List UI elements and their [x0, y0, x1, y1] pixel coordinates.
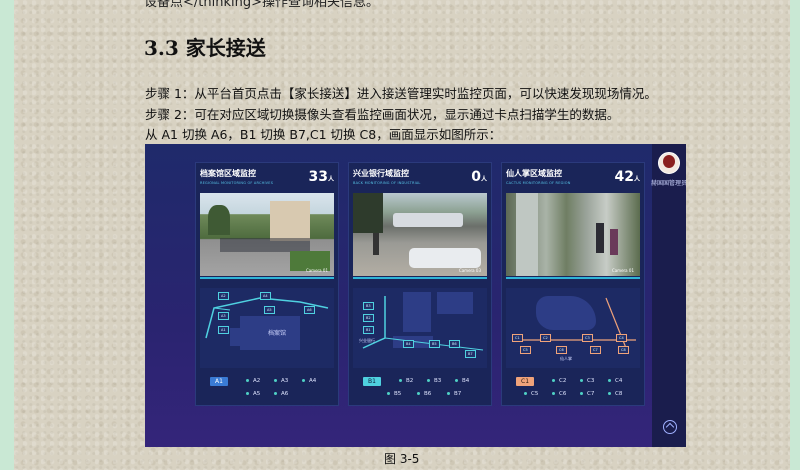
gate-node[interactable]: C4: [616, 334, 627, 342]
gate-option[interactable]: C8: [608, 391, 622, 397]
people-count: 33人: [308, 169, 335, 185]
gate-node[interactable]: A1: [218, 326, 229, 334]
panel-title: 仙人掌区域监控: [506, 169, 562, 178]
gate-node[interactable]: C3: [582, 334, 593, 342]
gate-option[interactable]: B7: [447, 391, 461, 397]
gate-option[interactable]: C7: [580, 391, 594, 397]
gate-option[interactable]: B5: [387, 391, 401, 397]
gate-option[interactable]: A4: [302, 378, 316, 384]
gate-node[interactable]: C2: [540, 334, 551, 342]
section-heading: 3.3 家长接送: [144, 36, 266, 60]
gate-node[interactable]: B7: [465, 350, 476, 358]
active-gate[interactable]: B1: [363, 377, 381, 386]
map-label: 档案馆: [268, 330, 287, 337]
panel-title: 档案馆区域监控: [200, 169, 256, 178]
people-count: 42人: [614, 169, 641, 185]
step-1-text: 步骤 1：从平台首页点击【家长接送】进入接送管理实时监控页面，可以快速发现现场情…: [145, 86, 657, 101]
camera-label: Camera 01: [611, 268, 634, 273]
gate-node[interactable]: A3: [218, 312, 229, 320]
area-map: A2 A4 A1 A3 A5 A6 档案馆: [200, 288, 334, 368]
panel-subtitle: BACK MONITORING OF INDUSTRIAL: [353, 181, 421, 185]
gate-option[interactable]: C5: [524, 391, 538, 397]
gate-node[interactable]: B6: [449, 340, 460, 348]
cut-off-text: 设备点</thinking>操作查询相关信息。: [144, 0, 379, 10]
camera-feed[interactable]: Camera 01: [200, 193, 334, 276]
user-name: 赫国国管理员: [651, 180, 686, 187]
gate-option[interactable]: B4: [455, 378, 469, 384]
gate-node[interactable]: C1: [512, 334, 523, 342]
gate-option[interactable]: B6: [417, 391, 431, 397]
gate-option[interactable]: C4: [608, 378, 622, 384]
route-lines: [512, 297, 636, 349]
gate-node[interactable]: A4: [260, 292, 271, 300]
camera-feed[interactable]: Camera 01: [506, 193, 640, 276]
camera-progress: [506, 277, 640, 279]
gate-node[interactable]: C7: [590, 346, 601, 354]
monitoring-screenshot: 档案馆区域监控 REGIONAL MONITORING OF ARCHIVES …: [145, 144, 686, 447]
document-page: 设备点</thinking>操作查询相关信息。 3.3 家长接送 步骤 1：从平…: [14, 0, 790, 470]
gate-selector: B1 B2 B3 B4 B5 B6 B7: [353, 375, 487, 403]
home-icon[interactable]: [663, 420, 677, 434]
gate-node[interactable]: B4: [403, 340, 414, 348]
active-gate[interactable]: C1: [516, 377, 535, 386]
gate-node[interactable]: B3: [363, 302, 374, 310]
step-2-text: 步骤 2：可在对应区域切换摄像头查看监控画面状况，显示通过卡点扫描学生的数据。: [145, 107, 620, 122]
panel-subtitle: CACTUS MONITORING OF REGION: [506, 181, 571, 185]
camera-progress: [200, 277, 334, 279]
map-label: 兴业银行: [359, 338, 375, 343]
area-map: C1 C2 C3 C4 C5 C6 C7 C8 仙人掌: [506, 288, 640, 368]
gate-selector: C1 C2 C3 C4 C5 C6 C7 C8: [506, 375, 640, 403]
gate-option[interactable]: B3: [427, 378, 441, 384]
gate-node[interactable]: A2: [218, 292, 229, 300]
camera-progress: [353, 277, 487, 279]
gate-option[interactable]: A6: [274, 391, 288, 397]
gate-option[interactable]: A2: [246, 378, 260, 384]
gate-node[interactable]: C5: [520, 346, 531, 354]
right-sidebar: 赫国国管理员: [651, 144, 686, 447]
camera-feed[interactable]: Camera 03: [353, 193, 487, 276]
gate-option[interactable]: C6: [552, 391, 566, 397]
gate-option[interactable]: A3: [274, 378, 288, 384]
map-label: 仙人掌: [560, 356, 572, 361]
camera-label: Camera 01: [305, 268, 328, 273]
avatar[interactable]: [658, 152, 680, 174]
gate-node[interactable]: A5: [264, 306, 275, 314]
panel-cactus: 仙人掌区域监控 CACTUS MONITORING OF REGION 42人 …: [501, 162, 645, 406]
gate-node[interactable]: B2: [363, 314, 374, 322]
gate-node[interactable]: C8: [618, 346, 629, 354]
gate-node[interactable]: C6: [556, 346, 567, 354]
gate-option[interactable]: C3: [580, 378, 594, 384]
panel-subtitle: REGIONAL MONITORING OF ARCHIVES: [200, 181, 274, 185]
gate-option[interactable]: A5: [246, 391, 260, 397]
gate-option[interactable]: C2: [552, 378, 566, 384]
gate-node[interactable]: A6: [304, 306, 315, 314]
gate-node[interactable]: B1: [363, 326, 374, 334]
people-count: 0人: [471, 169, 487, 185]
area-map: B3 B2 B1 B4 B5 B6 B7 兴业银行: [353, 288, 487, 368]
camera-label: Camera 03: [458, 268, 481, 273]
panel-archives: 档案馆区域监控 REGIONAL MONITORING OF ARCHIVES …: [195, 162, 339, 406]
figure-caption: 图 3-5: [384, 452, 420, 466]
gate-option[interactable]: B2: [399, 378, 413, 384]
panel-title: 兴业银行域监控: [353, 169, 409, 178]
panel-bank: 兴业银行域监控 BACK MONITORING OF INDUSTRIAL 0人…: [348, 162, 492, 406]
active-gate[interactable]: A1: [210, 377, 228, 386]
gate-node[interactable]: B5: [429, 340, 440, 348]
switch-instructions: 从 A1 切换 A6，B1 切换 B7,C1 切换 C8，画面显示如图所示：: [145, 127, 502, 142]
gate-selector: A1 A2 A3 A4 A5 A6: [200, 375, 334, 403]
